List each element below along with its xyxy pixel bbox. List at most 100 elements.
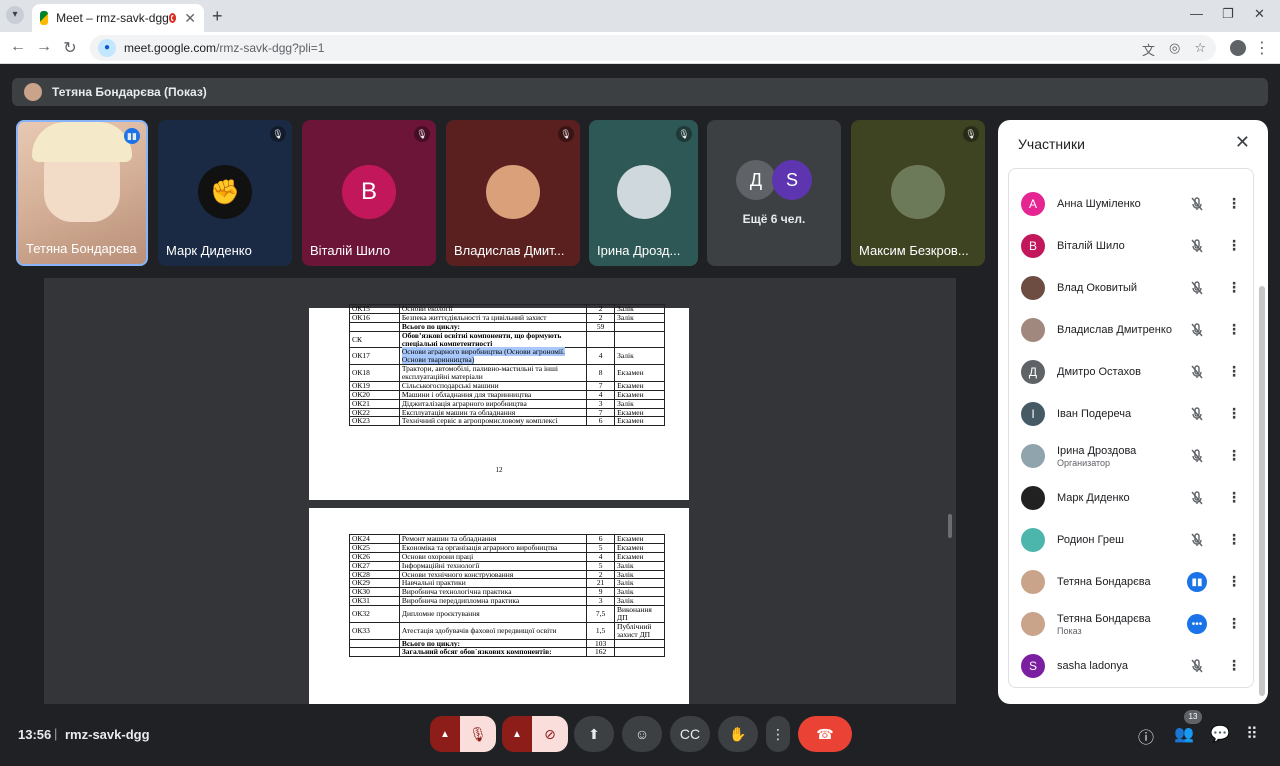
cell-text: Екзамен — [617, 416, 644, 426]
recording-icon — [168, 13, 177, 23]
camera-options-chevron-icon[interactable]: ▲ — [502, 716, 532, 752]
cell-text: ОК18 — [352, 368, 370, 378]
video-tile-vitalii[interactable]: 🎙 В Віталій Шило — [302, 120, 436, 266]
close-tab-icon[interactable]: ✕ — [184, 10, 196, 27]
participant-row[interactable]: І Іван Подереча ⋮ — [1009, 393, 1253, 435]
mic-off-icon[interactable] — [1189, 280, 1205, 296]
document-scrollbar[interactable] — [948, 514, 952, 538]
cell-text: ОК30 — [352, 587, 370, 597]
cell-text: ОК20 — [352, 389, 370, 399]
participant-row[interactable]: А Анна Шуміленко ⋮ — [1009, 183, 1253, 225]
meeting-info-icon[interactable]: ⓘ — [1138, 724, 1154, 748]
participant-row[interactable]: В Віталій Шило ⋮ — [1009, 225, 1253, 267]
close-window-icon[interactable]: ✕ — [1254, 6, 1265, 22]
participant-row[interactable]: Владислав Дмитренко ⋮ — [1009, 309, 1253, 351]
participant-menu-icon[interactable]: ⋮ — [1227, 657, 1241, 674]
reload-icon[interactable]: ↻ — [60, 38, 80, 58]
participant-row[interactable]: Ірина Дроздова Организатор ⋮ — [1009, 435, 1253, 477]
mic-off-icon[interactable] — [1189, 532, 1205, 548]
table-cell: Залік — [614, 347, 665, 366]
video-tile-presenter[interactable]: ▮▮ Тетяна Бондарєва — [16, 120, 148, 266]
more-options-button[interactable]: ⋮ — [766, 716, 790, 752]
mic-off-button[interactable]: 🎙 — [460, 716, 496, 752]
present-screen-button[interactable]: ⬆ — [574, 716, 614, 752]
address-bar[interactable]: ● meet.google.com /rmz-savk-dgg?pli=1 文 … — [90, 35, 1216, 61]
tab-search-icon[interactable]: ▾ — [6, 6, 24, 24]
participant-menu-icon[interactable]: ⋮ — [1227, 573, 1241, 590]
participant-name: Владислав Дмитренко — [1057, 324, 1172, 336]
video-tile-iryna[interactable]: 🎙 Ірина Дрозд... — [589, 120, 698, 266]
participant-menu-icon[interactable]: ⋮ — [1227, 531, 1241, 548]
cell-text: 1,5 — [595, 625, 606, 635]
leave-call-button[interactable]: ☎ — [798, 716, 852, 752]
mic-off-icon[interactable] — [1189, 490, 1205, 506]
browser-menu-icon[interactable]: ⋮ — [1254, 38, 1270, 58]
participant-menu-icon[interactable]: ⋮ — [1227, 237, 1241, 254]
participant-text: Тетяна Бондарєва — [1057, 561, 1151, 603]
mic-off-icon[interactable] — [1189, 364, 1205, 380]
video-tile-maksym[interactable]: 🎙 Максим Безкров... — [851, 120, 985, 266]
table-cell: Екзамен — [614, 416, 665, 427]
translate-icon[interactable]: 文 — [1142, 40, 1155, 59]
table-row: СК Обов’язкові освітні компоненти, що фор… — [349, 330, 665, 349]
table-cell: ОК18 — [349, 364, 400, 382]
hide-eye-icon[interactable]: ◎ — [1169, 40, 1180, 59]
participant-menu-icon[interactable]: ⋮ — [1227, 405, 1241, 422]
participant-row[interactable]: Тетяна Бондарєва Показ ••• ⋮ — [1009, 603, 1253, 645]
close-panel-icon[interactable]: ✕ — [1235, 132, 1250, 153]
mic-off-icon[interactable] — [1189, 448, 1205, 464]
cell-text: Основи екології — [401, 304, 453, 313]
avatar: S — [1021, 654, 1045, 678]
cell-text: Залік — [617, 351, 634, 361]
reactions-button[interactable]: ☺ — [622, 716, 662, 752]
video-tile-vladyslav[interactable]: 🎙 Владислав Дмит... — [446, 120, 580, 266]
panel-scrollbar[interactable] — [1259, 286, 1265, 696]
activities-grid-icon[interactable]: ⠿ — [1246, 724, 1258, 744]
browser-tab[interactable]: Meet – rmz-savk-dgg ✕ — [32, 4, 204, 32]
participant-row[interactable]: Ssasha ladonya ⋮ — [1009, 645, 1253, 687]
participant-menu-icon[interactable]: ⋮ — [1227, 321, 1241, 338]
extension-icon[interactable] — [1230, 40, 1246, 56]
tile-name: Максим Безкров... — [859, 243, 969, 258]
site-info-icon[interactable]: ● — [98, 39, 116, 57]
minimize-icon[interactable]: — — [1190, 6, 1203, 21]
cell-text: Дипломне проєктування — [401, 608, 480, 618]
mic-off-icon[interactable] — [1189, 238, 1205, 254]
mic-off-icon[interactable] — [1189, 322, 1205, 338]
participant-menu-icon[interactable]: ⋮ — [1227, 363, 1241, 380]
participant-row[interactable]: Влад Оковитый ⋮ — [1009, 267, 1253, 309]
back-icon[interactable]: ← — [8, 38, 28, 56]
cell-text: 4 — [598, 551, 603, 561]
participant-row[interactable]: Родион Греш ⋮ — [1009, 519, 1253, 561]
table-cell: 1,5 — [586, 621, 616, 640]
forward-icon[interactable]: → — [34, 38, 54, 56]
presenter-avatar — [24, 83, 42, 101]
mic-off-icon[interactable] — [1189, 196, 1205, 212]
table-cell: ОК31 — [349, 596, 400, 606]
mic-options-chevron-icon[interactable]: ▲ — [430, 716, 460, 752]
participant-menu-icon[interactable]: ⋮ — [1227, 279, 1241, 296]
participant-menu-icon[interactable]: ⋮ — [1227, 615, 1241, 632]
video-tile-mark[interactable]: 🎙 ✊ Марк Диденко — [158, 120, 292, 266]
participant-row[interactable]: Д Дмитро Остахов ⋮ — [1009, 351, 1253, 393]
bookmark-star-icon[interactable]: ☆ — [1194, 40, 1206, 59]
participant-row[interactable]: Марк Диденко ⋮ — [1009, 477, 1253, 519]
raise-hand-button[interactable]: ✋ — [718, 716, 758, 752]
participant-menu-icon[interactable]: ⋮ — [1227, 447, 1241, 464]
camera-off-button[interactable]: ⊘ — [532, 716, 568, 752]
people-icon[interactable]: 👥 — [1174, 724, 1194, 744]
restore-icon[interactable]: ❐ — [1222, 6, 1234, 22]
participant-text: Віталій Шило — [1057, 225, 1125, 267]
participant-menu-icon[interactable]: ⋮ — [1227, 489, 1241, 506]
participant-row[interactable]: Тетяна Бондарєва ▮▮ ⋮ — [1009, 561, 1253, 603]
captions-button[interactable]: CC — [670, 716, 710, 752]
avatar — [1021, 276, 1045, 300]
new-tab-icon[interactable]: + — [212, 6, 223, 27]
avatar — [1021, 528, 1045, 552]
table-cell: Дипломне проєктування — [398, 605, 588, 623]
mic-off-icon[interactable] — [1189, 406, 1205, 422]
video-tile-more[interactable]: Д S Ещё 6 чел. — [707, 120, 841, 266]
chat-icon[interactable]: 💬 — [1210, 724, 1230, 744]
participant-menu-icon[interactable]: ⋮ — [1227, 195, 1241, 212]
mic-off-icon[interactable] — [1189, 658, 1205, 674]
